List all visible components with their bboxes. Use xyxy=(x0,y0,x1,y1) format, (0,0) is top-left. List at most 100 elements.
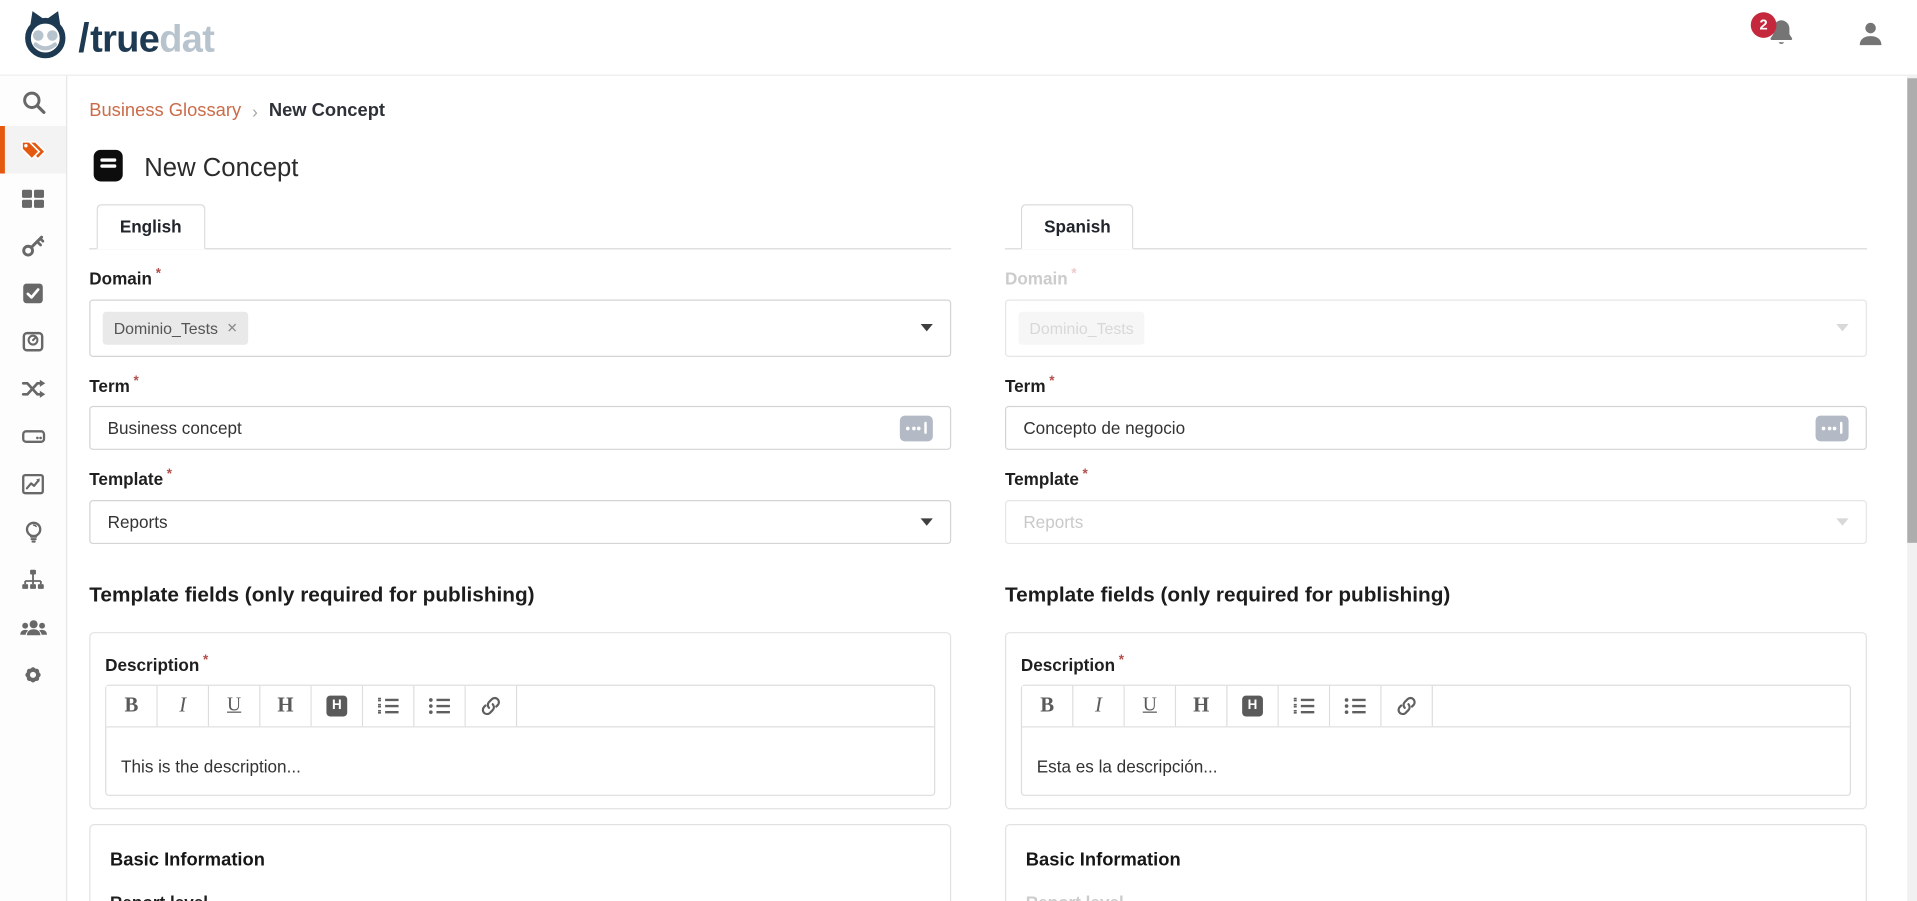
template-value: Reports xyxy=(108,512,168,532)
chevron-down-icon xyxy=(921,518,933,525)
unordered-list-icon xyxy=(428,696,451,714)
owl-icon xyxy=(17,9,71,66)
ordered-list-button[interactable] xyxy=(1279,685,1330,725)
users-icon xyxy=(19,614,47,638)
notifications-button[interactable]: 2 xyxy=(1765,17,1802,59)
main-content: Business Glossary › New Concept New Conc… xyxy=(67,76,1917,901)
required-asterisk: * xyxy=(134,374,139,389)
sidebar-item-settings[interactable] xyxy=(0,650,66,698)
ordered-list-icon xyxy=(1292,696,1315,714)
required-asterisk: * xyxy=(203,653,208,668)
sidebar-item-chart[interactable] xyxy=(0,460,66,508)
term-input[interactable]: Business concept xyxy=(89,406,951,450)
unordered-list-icon xyxy=(1344,696,1367,714)
template-label: Template* xyxy=(1005,467,1867,489)
heading-button[interactable]: H xyxy=(1176,685,1227,725)
app-root: /truedat 2 xyxy=(0,0,1917,901)
vertical-scrollbar xyxy=(1907,76,1917,901)
check-square-icon xyxy=(21,281,45,305)
column-spanish: Spanish Domain* Dominio_Tests Term* Conc… xyxy=(1005,204,1867,901)
description-label: Description* xyxy=(105,653,935,675)
sidebar-item-users[interactable] xyxy=(0,603,66,651)
basic-information-card: Basic Information Report level Main repo… xyxy=(89,824,951,901)
scrollbar-thumb[interactable] xyxy=(1907,78,1917,543)
link-icon xyxy=(1395,694,1418,717)
link-button[interactable] xyxy=(466,685,517,725)
link-button[interactable] xyxy=(1382,685,1433,725)
italic-button[interactable]: I xyxy=(158,685,209,725)
heading-block-button[interactable]: H xyxy=(1227,685,1278,725)
required-asterisk: * xyxy=(167,467,172,482)
heading-block-button[interactable]: H xyxy=(312,685,363,725)
domain-select[interactable]: Dominio_Tests✕ xyxy=(89,299,951,356)
tabbar-spanish: Spanish xyxy=(1005,204,1867,249)
underline-button[interactable]: U xyxy=(1125,685,1176,725)
chevron-down-icon xyxy=(1836,518,1848,525)
required-asterisk: * xyxy=(156,267,161,282)
required-asterisk: * xyxy=(1083,467,1088,482)
breadcrumb-link-business-glossary[interactable]: Business Glossary xyxy=(89,100,241,121)
sidebar-item-glossary[interactable] xyxy=(0,126,66,174)
sidebar-item-search[interactable] xyxy=(0,78,66,126)
chevron-down-icon xyxy=(921,324,933,331)
unordered-list-button[interactable] xyxy=(1330,685,1381,725)
lightbulb-icon xyxy=(21,519,44,543)
italic-button[interactable]: I xyxy=(1073,685,1124,725)
sidebar-item-key[interactable] xyxy=(0,221,66,269)
sitemap-icon xyxy=(21,567,45,591)
term-input[interactable]: Concepto de negocio xyxy=(1005,406,1867,450)
breadcrumb-separator: › xyxy=(252,101,258,121)
term-value: Business concept xyxy=(108,419,242,439)
domain-select-disabled: Dominio_Tests xyxy=(1005,299,1867,356)
chip-remove-icon[interactable]: ✕ xyxy=(227,320,238,336)
sidebar-item-gauge[interactable] xyxy=(0,317,66,365)
sidebar-item-insights[interactable] xyxy=(0,507,66,555)
sidebar-item-taxonomy[interactable] xyxy=(0,555,66,603)
tab-english[interactable]: English xyxy=(97,204,205,249)
text-expand-icon[interactable] xyxy=(900,415,933,441)
editor-toolbar: B I U H H xyxy=(1022,685,1850,727)
term-label: Term* xyxy=(89,374,951,396)
report-level-label: Report level xyxy=(1026,892,1846,901)
domain-chip[interactable]: Dominio_Tests✕ xyxy=(103,311,249,344)
truedat-logo[interactable]: /truedat xyxy=(17,9,214,66)
underline-button[interactable]: U xyxy=(209,685,260,725)
unordered-list-button[interactable] xyxy=(414,685,465,725)
brand-text: /truedat xyxy=(76,14,214,60)
ordered-list-icon xyxy=(377,696,400,714)
sidebar-item-hdd[interactable] xyxy=(0,412,66,460)
description-editor-body[interactable]: This is the description... xyxy=(106,727,934,794)
breadcrumb: Business Glossary › New Concept xyxy=(89,100,1897,121)
description-editor-body[interactable]: Esta es la descripción... xyxy=(1022,727,1850,794)
search-icon xyxy=(20,89,46,115)
required-asterisk: * xyxy=(1049,374,1054,389)
description-card: Description* B I U H H xyxy=(89,632,951,809)
required-asterisk: * xyxy=(1119,653,1124,668)
template-label: Template* xyxy=(89,467,951,489)
notification-badge: 2 xyxy=(1751,12,1777,38)
ordered-list-button[interactable] xyxy=(363,685,414,725)
template-value: Reports xyxy=(1023,512,1083,532)
basic-information-card: Basic Information Report level Main repo… xyxy=(1005,824,1867,901)
sidebar-item-check[interactable] xyxy=(0,269,66,317)
term-value: Concepto de negocio xyxy=(1023,419,1185,439)
sidebar-item-grid[interactable] xyxy=(0,174,66,222)
text-expand-icon[interactable] xyxy=(1816,415,1849,441)
page-title: New Concept xyxy=(144,154,298,183)
heading-button[interactable]: H xyxy=(260,685,311,725)
brand-secondary: dat xyxy=(159,17,214,61)
required-asterisk: * xyxy=(1071,267,1076,282)
user-menu-button[interactable] xyxy=(1856,20,1885,55)
basic-information-title: Basic Information xyxy=(1026,849,1846,870)
report-level-label: Report level xyxy=(110,892,930,901)
tab-spanish[interactable]: Spanish xyxy=(1021,204,1134,249)
bold-button[interactable]: B xyxy=(1022,685,1073,725)
sidebar-item-shuffle[interactable] xyxy=(0,364,66,412)
chevron-down-icon xyxy=(1836,324,1848,331)
template-select-disabled: Reports xyxy=(1005,500,1867,544)
key-icon xyxy=(21,233,45,257)
bold-button[interactable]: B xyxy=(106,685,157,725)
grid-icon xyxy=(21,185,45,209)
template-select[interactable]: Reports xyxy=(89,500,951,544)
brand-primary: true xyxy=(90,17,159,61)
